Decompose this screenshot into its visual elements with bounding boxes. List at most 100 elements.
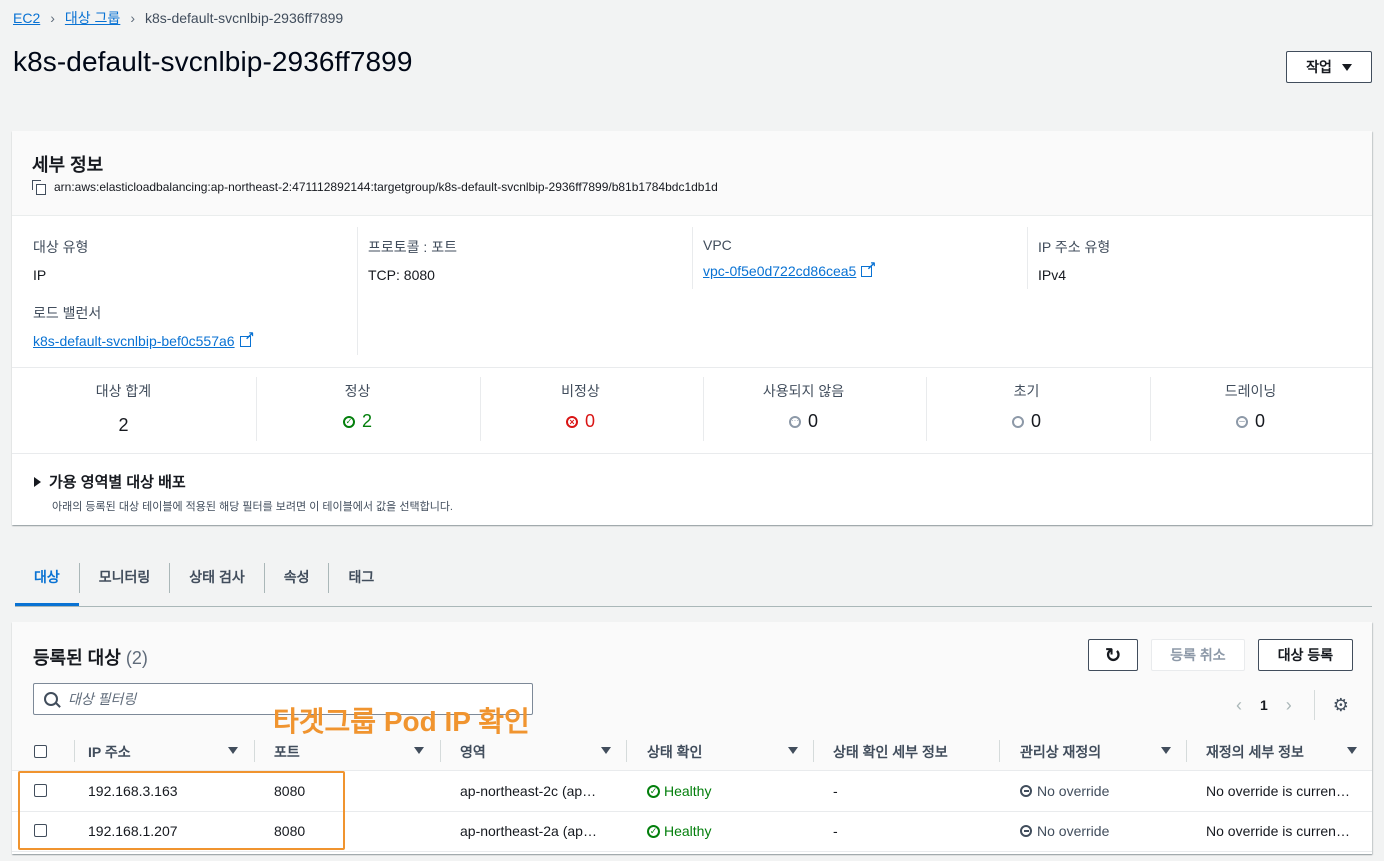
load-balancer-label: 로드 밸런서 — [33, 305, 102, 321]
stat-unhealthy-label: 비정상 — [561, 383, 600, 399]
chevron-right-icon: › — [130, 10, 135, 26]
col-override[interactable]: 관리상 재정의 — [1020, 742, 1172, 762]
load-balancer-link[interactable]: k8s-default-svcnlbip-bef0c557a6 — [33, 333, 235, 349]
stat-healthy-value: 2 — [361, 411, 372, 431]
tab-tags[interactable]: 태그 — [329, 560, 393, 594]
col-health-detail[interactable]: 상태 확인 세부 정보 — [833, 742, 948, 762]
stat-total-label: 대상 합계 — [95, 383, 152, 399]
tab-attributes[interactable]: 속성 — [265, 560, 329, 594]
check-circle-icon: ✓ — [647, 824, 660, 838]
vpc-label: VPC — [703, 237, 732, 253]
check-circle-icon: ✓ — [342, 415, 355, 428]
stat-unused-label: 사용되지 않음 — [762, 383, 845, 399]
cell-health-text: Healthy — [664, 783, 712, 799]
actions-button-label: 작업 — [1306, 59, 1332, 75]
ellipsis-circle-icon: ··· — [788, 415, 801, 428]
sort-icon — [1161, 747, 1171, 754]
sort-icon — [1347, 747, 1357, 754]
cell-override: No override — [1020, 783, 1109, 799]
stat-unused[interactable]: 사용되지 않음 ··· 0 — [692, 381, 915, 432]
filter-placeholder: 대상 필터링 — [68, 691, 137, 707]
stat-initial-value: 0 — [1030, 411, 1041, 431]
protocol-label: 프로토콜 : 포트 — [368, 239, 457, 255]
external-link-icon — [861, 259, 876, 277]
cell-override: No override — [1020, 823, 1109, 839]
protocol: 프로토콜 : 포트 TCP: 8080 — [368, 237, 457, 283]
cell-health-text: Healthy — [664, 823, 712, 839]
page-number[interactable]: 1 — [1260, 697, 1268, 713]
cell-override-text: No override — [1037, 823, 1110, 839]
col-divider — [74, 740, 75, 762]
divider — [1027, 227, 1028, 289]
col-divider — [813, 740, 814, 762]
chevron-right-icon: › — [50, 10, 55, 26]
col-port-label: 포트 — [274, 744, 300, 760]
col-override-detail-label: 재정의 세부 정보 — [1206, 744, 1304, 760]
stat-healthy[interactable]: 정상 ✓ 2 — [246, 381, 469, 432]
ip-type: IP 주소 유형 IPv4 — [1038, 237, 1110, 283]
annotation-highlight-box — [18, 771, 345, 850]
az-expand-toggle[interactable]: 가용 영역별 대상 배포 — [34, 471, 453, 492]
az-description: 아래의 등록된 대상 테이블에 적용된 해당 필터를 보려면 이 테이블에서 값… — [52, 501, 453, 513]
vpc-link[interactable]: vpc-0f5e0d722cd86cea5 — [703, 263, 856, 279]
select-all-checkbox[interactable] — [34, 745, 47, 758]
actions-button[interactable]: 작업 — [1286, 51, 1372, 83]
cell-override-detail: No override is curren… — [1206, 823, 1350, 839]
cell-zone: ap-northeast-2c (ap… — [460, 783, 597, 799]
stat-unhealthy[interactable]: 비정상 × 0 — [469, 381, 692, 432]
search-icon — [44, 692, 58, 706]
col-health-label: 상태 확인 — [647, 744, 703, 760]
az-title: 가용 영역별 대상 배포 — [49, 474, 186, 491]
col-health[interactable]: 상태 확인 — [647, 742, 799, 762]
registered-targets-title: 등록된 대상 (2) — [33, 644, 148, 670]
tab-health-checks[interactable]: 상태 검사 — [170, 560, 263, 594]
caret-right-icon — [34, 476, 41, 487]
stat-draining-label: 드레이닝 — [1224, 383, 1277, 399]
divider — [12, 367, 1372, 368]
cell-health-detail: - — [833, 823, 838, 839]
deregister-button[interactable]: 등록 취소 — [1151, 639, 1245, 671]
chevron-left-icon[interactable]: ‹ — [1236, 695, 1242, 716]
col-divider — [999, 740, 1000, 762]
sort-icon — [228, 747, 238, 754]
col-override-label: 관리상 재정의 — [1020, 744, 1102, 760]
registered-targets-title-text: 등록된 대상 — [33, 648, 121, 668]
copy-icon[interactable] — [32, 180, 46, 195]
minus-circle-icon: – — [1235, 415, 1248, 428]
divider — [692, 227, 693, 289]
col-override-detail[interactable]: 재정의 세부 정보 — [1206, 742, 1358, 762]
arn-value: arn:aws:elasticloadbalancing:ap-northeas… — [54, 180, 718, 194]
vpc: VPC vpc-0f5e0d722cd86cea5 — [703, 237, 876, 279]
cell-health-detail: - — [833, 783, 838, 799]
page-title: k8s-default-svcnlbip-2936ff7899 — [13, 46, 413, 77]
caret-down-icon — [1341, 63, 1352, 71]
stat-total: 대상 합계 2 — [12, 381, 235, 436]
tab-targets[interactable]: 대상 — [15, 560, 79, 606]
col-ip[interactable]: IP 주소 — [88, 742, 240, 762]
arn-row: arn:aws:elasticloadbalancing:ap-northeas… — [32, 180, 718, 195]
col-divider — [254, 740, 255, 762]
load-balancer: 로드 밸런서 k8s-default-svcnlbip-bef0c557a6 — [33, 303, 255, 349]
register-targets-button[interactable]: 대상 등록 — [1258, 639, 1353, 671]
protocol-value: TCP: 8080 — [368, 267, 435, 283]
chevron-right-icon[interactable]: › — [1286, 695, 1292, 716]
refresh-button[interactable]: ↻ — [1088, 639, 1138, 671]
col-zone[interactable]: 영역 — [460, 742, 612, 762]
col-zone-label: 영역 — [460, 744, 486, 760]
tabs: 대상 모니터링 상태 검사 속성 태그 — [15, 560, 1372, 607]
stat-draining-value: 0 — [1254, 411, 1265, 431]
target-type: 대상 유형 IP — [33, 237, 88, 283]
stat-initial-label: 초기 — [1013, 383, 1040, 399]
stat-initial[interactable]: 초기 0 — [915, 381, 1138, 432]
table-header: IP 주소 포트 영역 상태 확인 상태 확인 세부 정보 관리상 재정의 재정… — [12, 734, 1372, 771]
stat-draining[interactable]: 드레이닝 – 0 — [1139, 381, 1362, 432]
breadcrumb-current: k8s-default-svcnlbip-2936ff7899 — [145, 10, 344, 26]
check-circle-icon: ✓ — [647, 784, 660, 798]
stat-unhealthy-value: 0 — [584, 411, 595, 431]
tab-monitoring[interactable]: 모니터링 — [80, 560, 170, 594]
gear-icon[interactable]: ⚙ — [1333, 695, 1349, 716]
breadcrumb-target-groups-link[interactable]: 대상 그룹 — [65, 8, 120, 28]
divider — [357, 227, 358, 355]
col-port[interactable]: 포트 — [274, 742, 426, 762]
breadcrumb-ec2-link[interactable]: EC2 — [13, 10, 40, 26]
